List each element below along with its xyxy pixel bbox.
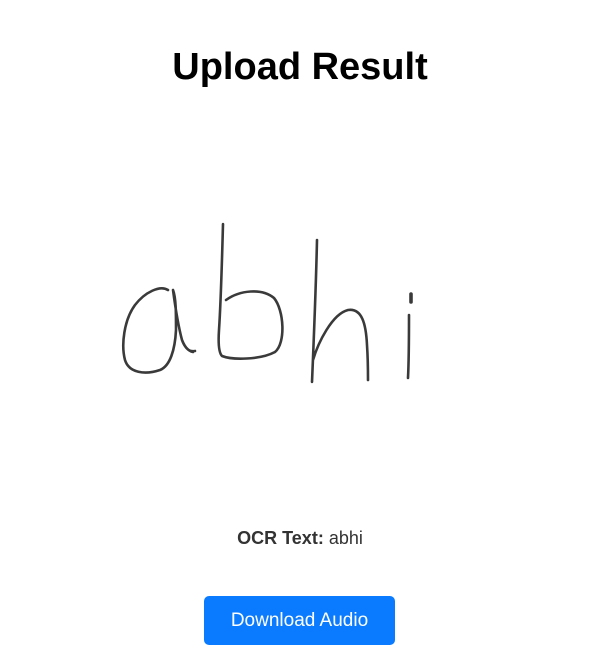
handwriting-stroke-b bbox=[217, 222, 284, 360]
handwriting-stroke-h bbox=[310, 238, 370, 384]
handwriting-stroke-i bbox=[406, 313, 411, 380]
ocr-label: OCR Text: bbox=[237, 528, 324, 548]
page-title: Upload Result bbox=[172, 46, 428, 88]
download-audio-button[interactable]: Download Audio bbox=[204, 596, 395, 645]
handwriting-image bbox=[122, 222, 413, 384]
ocr-value: abhi bbox=[328, 528, 363, 548]
ocr-result: OCR Text: abhi bbox=[0, 527, 592, 549]
handwriting-stroke-a bbox=[122, 287, 197, 374]
uploaded-handwriting-image bbox=[100, 205, 440, 405]
